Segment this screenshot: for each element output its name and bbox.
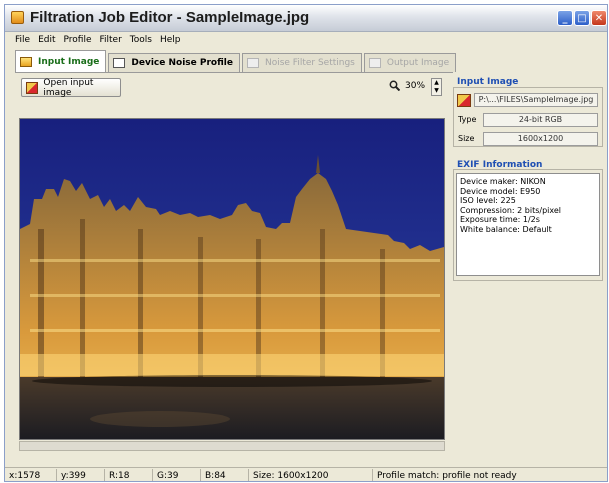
menu-edit[interactable]: Edit: [38, 35, 55, 45]
exif-device-maker: Device maker: NIKON: [460, 177, 546, 186]
tab-device-noise-profile[interactable]: Device Noise Profile: [108, 53, 240, 72]
status-y: y:399: [57, 469, 105, 481]
application-window: Filtration Job Editor - SampleImage.jpg …: [4, 4, 608, 482]
zoom-level: 30%: [405, 81, 426, 91]
tab-label: Input Image: [38, 56, 100, 67]
input-image-preview: [20, 119, 444, 439]
input-image-section-title: Input Image: [457, 77, 519, 87]
tab-strip: Input Image Device Noise Profile Noise F…: [15, 50, 607, 72]
close-button[interactable]: ✕: [591, 10, 607, 26]
type-label: Type: [458, 115, 477, 124]
exif-iso-level: ISO level: 225: [460, 196, 516, 205]
camera-icon: [113, 58, 126, 68]
exif-info-box: Device maker: NIKON Device model: E950 I…: [456, 173, 600, 276]
status-bar: x:1578 y:399 R:18 G:39 B:84 Size: 1600x1…: [5, 467, 607, 481]
filter-settings-icon: [246, 58, 259, 68]
exif-compression: Compression: 2 bits/pixel: [460, 205, 562, 215]
zoom-spinner[interactable]: ▲ ▼: [431, 78, 442, 96]
minimize-icon: _: [562, 12, 568, 24]
tab-output-image[interactable]: Output Image: [363, 53, 457, 72]
app-icon: [11, 11, 24, 24]
size-field: 1600x1200: [483, 132, 598, 146]
menu-file[interactable]: File: [15, 35, 30, 45]
close-icon: ✕: [594, 12, 604, 24]
maximize-icon: □: [577, 12, 587, 24]
spin-up-icon[interactable]: ▲: [434, 80, 439, 86]
output-image-icon: [368, 58, 381, 68]
status-x: x:1578: [5, 469, 57, 481]
menu-help[interactable]: Help: [160, 35, 181, 45]
tab-label: Output Image: [386, 58, 450, 68]
title-bar[interactable]: Filtration Job Editor - SampleImage.jpg …: [5, 5, 607, 32]
image-file-icon: [20, 56, 32, 67]
tab-label: Noise Filter Settings: [264, 58, 355, 68]
status-size: Size: 1600x1200: [249, 469, 373, 481]
tab-label: Device Noise Profile: [131, 58, 233, 68]
minimize-button[interactable]: _: [557, 10, 573, 26]
status-blue: B:84: [201, 469, 249, 481]
exif-device-model: Device model: E950: [460, 186, 541, 196]
spin-down-icon[interactable]: ▼: [434, 88, 439, 94]
image-file-icon: [457, 94, 471, 107]
input-path-field: P:\...\FILES\SampleImage.jpg: [474, 93, 598, 107]
open-button-label: Open input image: [43, 77, 94, 98]
open-image-icon: [26, 81, 39, 94]
tab-divider: [15, 72, 453, 73]
size-label: Size: [458, 134, 475, 143]
menu-profile[interactable]: Profile: [64, 35, 92, 45]
open-input-image-button[interactable]: Open input image: [21, 77, 121, 98]
magnifier-icon: [389, 80, 400, 91]
maximize-button[interactable]: □: [574, 10, 590, 26]
exif-white-balance: White balance: Default: [460, 224, 552, 234]
status-red: R:18: [105, 469, 153, 481]
menu-tools[interactable]: Tools: [130, 35, 152, 45]
menu-filter[interactable]: Filter: [99, 35, 121, 45]
menu-bar: File Edit Profile Filter Tools Help: [5, 32, 607, 47]
status-profile-match: Profile match: profile not ready: [377, 471, 517, 481]
exif-exposure-time: Exposure time: 1/2s: [460, 215, 540, 224]
viewer-horizontal-scrollbar[interactable]: [19, 441, 445, 451]
tab-input-image[interactable]: Input Image: [15, 50, 107, 72]
status-green: G:39: [153, 469, 201, 481]
type-field: 24-bit RGB: [483, 113, 598, 127]
tab-noise-filter-settings[interactable]: Noise Filter Settings: [241, 53, 362, 72]
window-title: Filtration Job Editor - SampleImage.jpg: [30, 9, 310, 26]
image-viewer[interactable]: [19, 118, 445, 440]
